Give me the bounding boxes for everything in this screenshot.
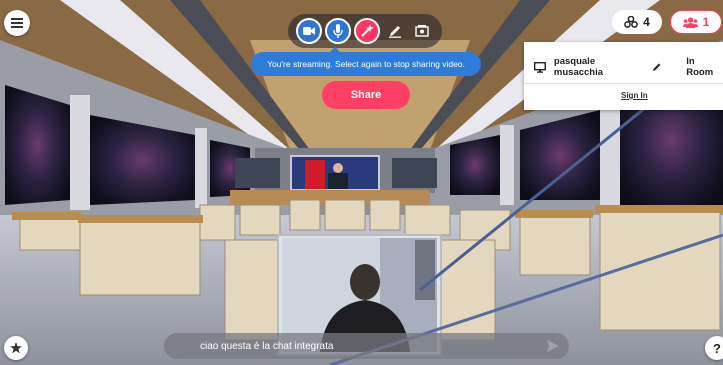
objects-icon [624,16,639,28]
share-button[interactable]: Share [322,81,410,109]
people-list-item[interactable]: pasquale musacchia In Room [534,56,723,78]
favorite-button[interactable] [4,336,28,360]
people-icon [682,16,698,28]
media-frame-icon [415,25,430,37]
pencil-icon [389,26,402,38]
chat-bar [164,333,569,359]
microphone-icon [333,24,343,38]
edit-name-icon[interactable] [652,62,662,72]
camera-icon [302,27,315,35]
hamburger-icon [11,16,23,30]
objects-count: 4 [643,15,650,29]
sign-in-link[interactable]: Sign In [621,91,648,100]
media-toolbar [288,14,442,48]
desktop-icon [534,61,546,73]
pen-button[interactable] [383,19,407,43]
member-name: pasquale musacchia [553,56,604,78]
menu-button[interactable] [4,10,30,36]
objects-button[interactable]: 4 [612,10,662,34]
people-panel: pasquale musacchia In Room Sign In [524,42,723,110]
member-presence: In Room [686,56,714,78]
media-frame-button[interactable] [410,19,434,43]
magic-wand-icon [361,24,374,37]
help-button[interactable]: ? [705,336,723,360]
camera-button[interactable] [295,18,322,44]
panel-divider [524,83,723,84]
people-count: 1 [702,15,710,29]
microphone-button[interactable] [324,18,351,44]
streaming-tooltip: You're streaming. Select again to stop s… [251,47,481,76]
star-icon [10,342,22,354]
send-icon[interactable] [547,340,559,352]
chat-input[interactable] [164,333,544,359]
magic-wand-button[interactable] [353,18,380,44]
people-button[interactable]: 1 [670,10,722,34]
